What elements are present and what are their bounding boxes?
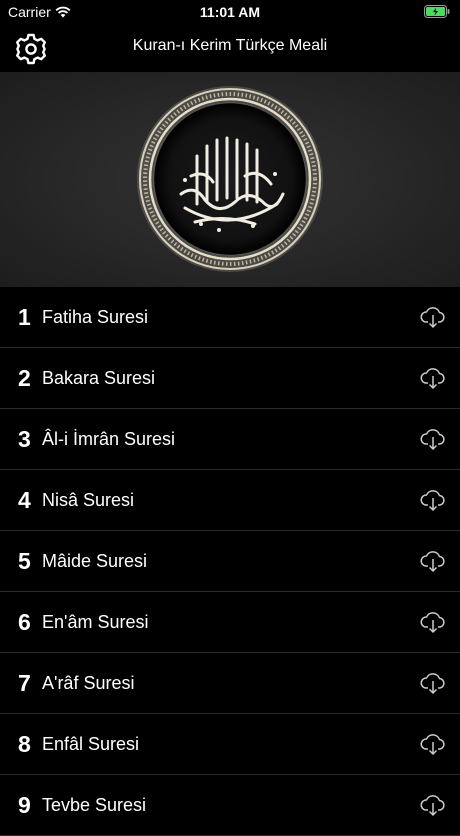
surah-name: Nisâ Suresi [42, 489, 135, 510]
surah-row-2[interactable]: 2 Bakara Suresi [0, 348, 460, 409]
surah-name: A'râf Suresi [42, 672, 135, 693]
page-title: Kuran-ı Kerim Türkçe Meali [132, 37, 328, 54]
surah-name: Fatiha Suresi [42, 306, 149, 327]
cloud-download-icon[interactable] [420, 549, 446, 573]
cloud-download-icon[interactable] [420, 488, 446, 512]
cloud-download-icon[interactable] [420, 427, 446, 451]
surah-number: 4 [18, 486, 31, 513]
bismillah-emblem [137, 86, 323, 272]
surah-row-4[interactable]: 4 Nisâ Suresi [0, 470, 460, 531]
surah-row-1[interactable]: 1 Fatiha Suresi [0, 287, 460, 348]
surah-name: Mâide Suresi [42, 550, 148, 571]
surah-row-6[interactable]: 6 En'âm Suresi [0, 592, 460, 653]
surah-number: 2 [18, 364, 31, 391]
surah-name: Tevbe Suresi [42, 794, 147, 815]
surah-list: 1 Fatiha Suresi 2 Bakara Suresi 3 Âl-i İ… [0, 287, 460, 836]
battery-icon [424, 5, 450, 18]
surah-number: 1 [18, 303, 31, 330]
surah-name: Bakara Suresi [42, 367, 156, 388]
cloud-download-icon[interactable] [420, 671, 446, 695]
surah-row-8[interactable]: 8 Enfâl Suresi [0, 714, 460, 775]
surah-number: 8 [18, 730, 31, 757]
status-bar: Carrier 11:01 AM [0, 0, 460, 24]
navigation-bar: Kuran-ı Kerim Türkçe Meali [0, 24, 460, 72]
cloud-download-icon[interactable] [420, 732, 446, 756]
surah-row-5[interactable]: 5 Mâide Suresi [0, 531, 460, 592]
surah-row-9[interactable]: 9 Tevbe Suresi [0, 775, 460, 836]
surah-number: 6 [18, 608, 31, 635]
header-banner [0, 72, 460, 287]
cloud-download-icon[interactable] [420, 610, 446, 634]
surah-name: Enfâl Suresi [42, 733, 140, 754]
surah-number: 3 [18, 425, 31, 452]
surah-row-7[interactable]: 7 A'râf Suresi [0, 653, 460, 714]
surah-name: Âl-i İmrân Suresi [42, 428, 176, 449]
surah-number: 9 [18, 791, 31, 818]
surah-number: 7 [18, 669, 31, 696]
surah-row-3[interactable]: 3 Âl-i İmrân Suresi [0, 409, 460, 470]
cloud-download-icon[interactable] [420, 366, 446, 390]
cloud-download-icon[interactable] [420, 305, 446, 329]
surah-number: 5 [18, 547, 31, 574]
surah-name: En'âm Suresi [42, 611, 149, 632]
cloud-download-icon[interactable] [420, 793, 446, 817]
status-time: 11:01 AM [199, 4, 261, 20]
